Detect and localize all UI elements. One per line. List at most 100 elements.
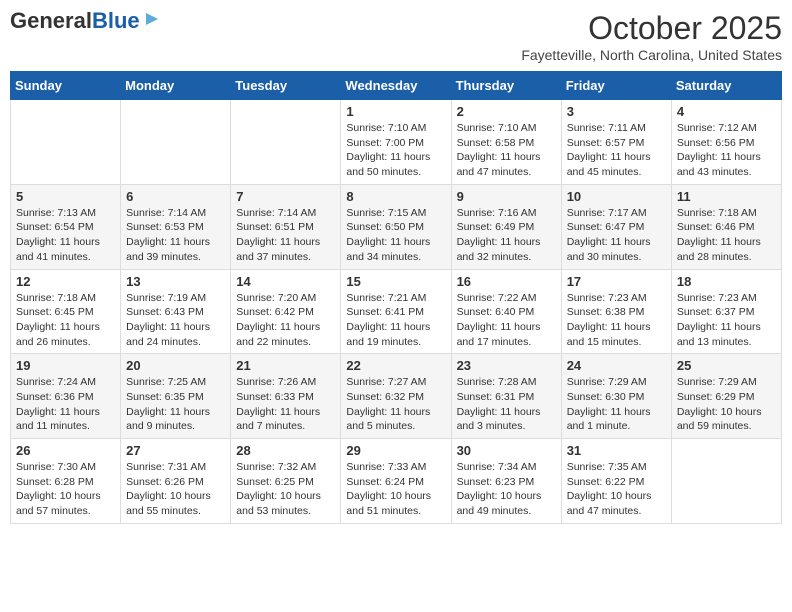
day-number: 28 bbox=[236, 443, 335, 458]
calendar-cell: 11 Sunrise: 7:18 AMSunset: 6:46 PMDayligh… bbox=[671, 184, 781, 269]
calendar-cell: 5 Sunrise: 7:13 AMSunset: 6:54 PMDaylight… bbox=[11, 184, 121, 269]
cell-content: Sunrise: 7:33 AMSunset: 6:24 PMDaylight:… bbox=[346, 460, 445, 519]
calendar-cell: 18 Sunrise: 7:23 AMSunset: 6:37 PMDayligh… bbox=[671, 269, 781, 354]
day-number: 3 bbox=[567, 104, 666, 119]
day-number: 23 bbox=[457, 358, 556, 373]
calendar-cell: 13 Sunrise: 7:19 AMSunset: 6:43 PMDayligh… bbox=[121, 269, 231, 354]
month-year: October 2025 bbox=[521, 10, 782, 47]
calendar-week-row: 1 Sunrise: 7:10 AMSunset: 7:00 PMDaylight… bbox=[11, 100, 782, 185]
cell-content: Sunrise: 7:29 AMSunset: 6:30 PMDaylight:… bbox=[567, 375, 666, 434]
day-number: 13 bbox=[126, 274, 225, 289]
day-number: 7 bbox=[236, 189, 335, 204]
day-number: 5 bbox=[16, 189, 115, 204]
cell-content: Sunrise: 7:15 AMSunset: 6:50 PMDaylight:… bbox=[346, 206, 445, 265]
weekday-header-wednesday: Wednesday bbox=[341, 72, 451, 100]
calendar-cell: 19 Sunrise: 7:24 AMSunset: 6:36 PMDayligh… bbox=[11, 354, 121, 439]
calendar-cell bbox=[231, 100, 341, 185]
day-number: 26 bbox=[16, 443, 115, 458]
cell-content: Sunrise: 7:16 AMSunset: 6:49 PMDaylight:… bbox=[457, 206, 556, 265]
calendar-cell: 2 Sunrise: 7:10 AMSunset: 6:58 PMDaylight… bbox=[451, 100, 561, 185]
day-number: 15 bbox=[346, 274, 445, 289]
day-number: 24 bbox=[567, 358, 666, 373]
calendar-week-row: 26 Sunrise: 7:30 AMSunset: 6:28 PMDayligh… bbox=[11, 439, 782, 524]
calendar-cell: 30 Sunrise: 7:34 AMSunset: 6:23 PMDayligh… bbox=[451, 439, 561, 524]
cell-content: Sunrise: 7:14 AMSunset: 6:53 PMDaylight:… bbox=[126, 206, 225, 265]
calendar-cell: 3 Sunrise: 7:11 AMSunset: 6:57 PMDaylight… bbox=[561, 100, 671, 185]
calendar-week-row: 19 Sunrise: 7:24 AMSunset: 6:36 PMDayligh… bbox=[11, 354, 782, 439]
calendar-cell: 24 Sunrise: 7:29 AMSunset: 6:30 PMDayligh… bbox=[561, 354, 671, 439]
cell-content: Sunrise: 7:13 AMSunset: 6:54 PMDaylight:… bbox=[16, 206, 115, 265]
calendar-cell bbox=[11, 100, 121, 185]
day-number: 12 bbox=[16, 274, 115, 289]
calendar-cell: 12 Sunrise: 7:18 AMSunset: 6:45 PMDayligh… bbox=[11, 269, 121, 354]
cell-content: Sunrise: 7:26 AMSunset: 6:33 PMDaylight:… bbox=[236, 375, 335, 434]
day-number: 25 bbox=[677, 358, 776, 373]
calendar-cell: 20 Sunrise: 7:25 AMSunset: 6:35 PMDayligh… bbox=[121, 354, 231, 439]
cell-content: Sunrise: 7:11 AMSunset: 6:57 PMDaylight:… bbox=[567, 121, 666, 180]
calendar-cell: 14 Sunrise: 7:20 AMSunset: 6:42 PMDayligh… bbox=[231, 269, 341, 354]
day-number: 31 bbox=[567, 443, 666, 458]
day-number: 1 bbox=[346, 104, 445, 119]
cell-content: Sunrise: 7:34 AMSunset: 6:23 PMDaylight:… bbox=[457, 460, 556, 519]
cell-content: Sunrise: 7:29 AMSunset: 6:29 PMDaylight:… bbox=[677, 375, 776, 434]
weekday-header-tuesday: Tuesday bbox=[231, 72, 341, 100]
day-number: 11 bbox=[677, 189, 776, 204]
day-number: 10 bbox=[567, 189, 666, 204]
calendar-cell: 8 Sunrise: 7:15 AMSunset: 6:50 PMDaylight… bbox=[341, 184, 451, 269]
cell-content: Sunrise: 7:30 AMSunset: 6:28 PMDaylight:… bbox=[16, 460, 115, 519]
day-number: 14 bbox=[236, 274, 335, 289]
calendar-cell: 9 Sunrise: 7:16 AMSunset: 6:49 PMDaylight… bbox=[451, 184, 561, 269]
cell-content: Sunrise: 7:20 AMSunset: 6:42 PMDaylight:… bbox=[236, 291, 335, 350]
cell-content: Sunrise: 7:10 AMSunset: 6:58 PMDaylight:… bbox=[457, 121, 556, 180]
day-number: 18 bbox=[677, 274, 776, 289]
calendar-cell: 16Sunrise: 7:22 AMSunset: 6:40 PMDayligh… bbox=[451, 269, 561, 354]
calendar-cell: 22 Sunrise: 7:27 AMSunset: 6:32 PMDayligh… bbox=[341, 354, 451, 439]
cell-content: Sunrise: 7:18 AMSunset: 6:46 PMDaylight:… bbox=[677, 206, 776, 265]
page-header: GeneralBlue October 2025 Fayetteville, N… bbox=[10, 10, 782, 63]
day-number: 17 bbox=[567, 274, 666, 289]
cell-content: Sunrise: 7:23 AMSunset: 6:38 PMDaylight:… bbox=[567, 291, 666, 350]
cell-content: Sunrise: 7:28 AMSunset: 6:31 PMDaylight:… bbox=[457, 375, 556, 434]
day-number: 19 bbox=[16, 358, 115, 373]
cell-content: Sunrise: 7:12 AMSunset: 6:56 PMDaylight:… bbox=[677, 121, 776, 180]
cell-content: Sunrise: 7:17 AMSunset: 6:47 PMDaylight:… bbox=[567, 206, 666, 265]
calendar-cell: 21 Sunrise: 7:26 AMSunset: 6:33 PMDayligh… bbox=[231, 354, 341, 439]
day-number: 30 bbox=[457, 443, 556, 458]
weekday-header-sunday: Sunday bbox=[11, 72, 121, 100]
calendar-cell bbox=[671, 439, 781, 524]
cell-content: Sunrise: 7:19 AMSunset: 6:43 PMDaylight:… bbox=[126, 291, 225, 350]
day-number: 8 bbox=[346, 189, 445, 204]
day-number: 6 bbox=[126, 189, 225, 204]
day-number: 9 bbox=[457, 189, 556, 204]
cell-content: Sunrise: 7:27 AMSunset: 6:32 PMDaylight:… bbox=[346, 375, 445, 434]
cell-content: Sunrise: 7:14 AMSunset: 6:51 PMDaylight:… bbox=[236, 206, 335, 265]
logo-arrow-icon bbox=[142, 9, 162, 29]
weekday-header-monday: Monday bbox=[121, 72, 231, 100]
cell-content: Sunrise: 7:21 AMSunset: 6:41 PMDaylight:… bbox=[346, 291, 445, 350]
day-number: 2 bbox=[457, 104, 556, 119]
day-number: 22 bbox=[346, 358, 445, 373]
cell-content: Sunrise: 7:10 AMSunset: 7:00 PMDaylight:… bbox=[346, 121, 445, 180]
cell-content: Sunrise: 7:18 AMSunset: 6:45 PMDaylight:… bbox=[16, 291, 115, 350]
calendar-cell: 1 Sunrise: 7:10 AMSunset: 7:00 PMDaylight… bbox=[341, 100, 451, 185]
calendar-cell: 7 Sunrise: 7:14 AMSunset: 6:51 PMDaylight… bbox=[231, 184, 341, 269]
calendar-cell: 6 Sunrise: 7:14 AMSunset: 6:53 PMDaylight… bbox=[121, 184, 231, 269]
day-number: 20 bbox=[126, 358, 225, 373]
logo: GeneralBlue bbox=[10, 10, 162, 32]
calendar-cell: 17 Sunrise: 7:23 AMSunset: 6:38 PMDayligh… bbox=[561, 269, 671, 354]
day-number: 29 bbox=[346, 443, 445, 458]
cell-content: Sunrise: 7:23 AMSunset: 6:37 PMDaylight:… bbox=[677, 291, 776, 350]
day-number: 21 bbox=[236, 358, 335, 373]
calendar-table: SundayMondayTuesdayWednesdayThursdayFrid… bbox=[10, 71, 782, 524]
calendar-cell: 28 Sunrise: 7:32 AMSunset: 6:25 PMDayligh… bbox=[231, 439, 341, 524]
cell-content: Sunrise: 7:32 AMSunset: 6:25 PMDaylight:… bbox=[236, 460, 335, 519]
calendar-cell: 31 Sunrise: 7:35 AMSunset: 6:22 PMDayligh… bbox=[561, 439, 671, 524]
calendar-week-row: 5 Sunrise: 7:13 AMSunset: 6:54 PMDaylight… bbox=[11, 184, 782, 269]
cell-content: Sunrise: 7:25 AMSunset: 6:35 PMDaylight:… bbox=[126, 375, 225, 434]
day-number: 27 bbox=[126, 443, 225, 458]
weekday-header-thursday: Thursday bbox=[451, 72, 561, 100]
calendar-cell: 4Sunrise: 7:12 AMSunset: 6:56 PMDaylight… bbox=[671, 100, 781, 185]
cell-content: Sunrise: 7:31 AMSunset: 6:26 PMDaylight:… bbox=[126, 460, 225, 519]
cell-content: Sunrise: 7:35 AMSunset: 6:22 PMDaylight:… bbox=[567, 460, 666, 519]
cell-content: Sunrise: 7:24 AMSunset: 6:36 PMDaylight:… bbox=[16, 375, 115, 434]
